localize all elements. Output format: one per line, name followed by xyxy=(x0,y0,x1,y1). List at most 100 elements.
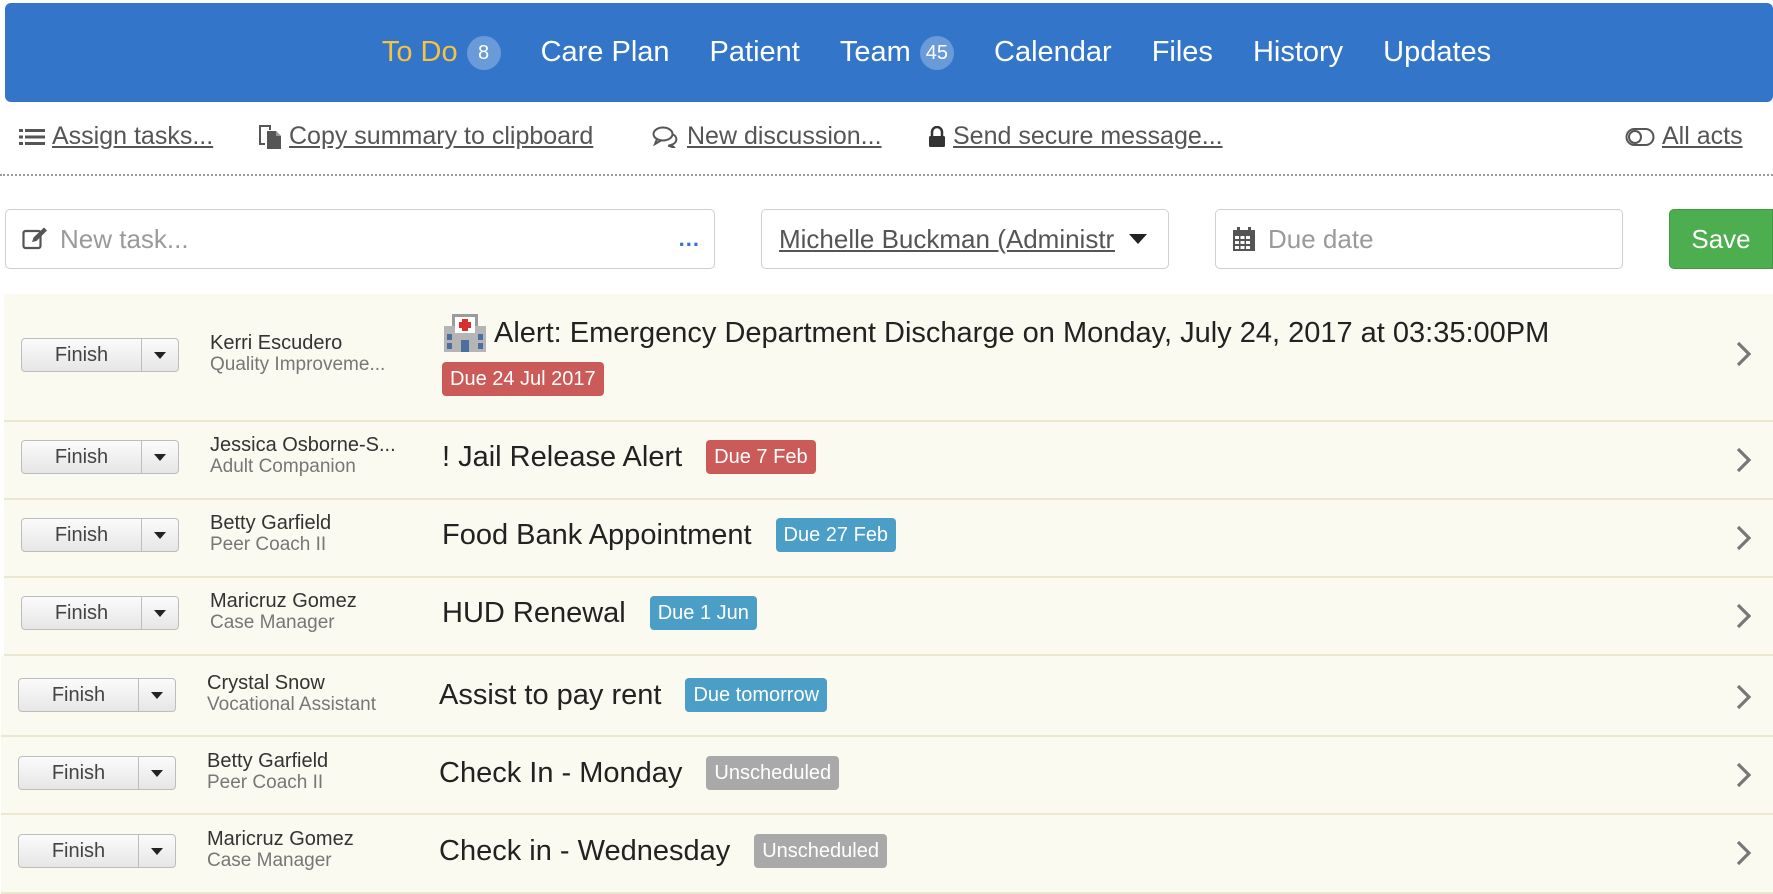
assignee-info: Jessica Osborne-S... Adult Companion xyxy=(210,434,410,478)
finish-dropdown-button[interactable] xyxy=(142,339,178,371)
assignee-name: Maricruz Gomez xyxy=(210,590,357,612)
due-badge-wrap: Due 24 Jul 2017 xyxy=(442,362,604,396)
finish-button-group: Finish xyxy=(21,518,179,552)
task-row[interactable]: Finish Jessica Osborne-S... Adult Compan… xyxy=(4,422,1773,500)
caret-down-icon xyxy=(151,769,163,777)
finish-button-group: Finish xyxy=(18,834,176,868)
assignee-name: Betty Garfield xyxy=(210,512,332,534)
chevron-right-icon[interactable] xyxy=(1735,683,1753,711)
chevron-right-icon[interactable] xyxy=(1735,524,1753,552)
new-task-field: ... xyxy=(5,209,715,269)
finish-dropdown-button[interactable] xyxy=(142,519,178,551)
chevron-right-icon[interactable] xyxy=(1735,602,1753,630)
assignee-role: Case Manager xyxy=(210,612,335,633)
copy-icon xyxy=(258,124,282,150)
task-title-line: Alert: Emergency Department Discharge on… xyxy=(442,312,1549,354)
task-title-line: Check In - Monday Unscheduled xyxy=(439,756,840,790)
tab-history[interactable]: History xyxy=(1253,36,1343,69)
finish-button[interactable]: Finish xyxy=(19,679,139,711)
new-discussion-label: New discussion... xyxy=(687,122,882,150)
task-title: Check In - Monday xyxy=(439,756,683,789)
save-button[interactable]: Save xyxy=(1669,209,1773,269)
tab-label: Updates xyxy=(1383,36,1492,68)
finish-dropdown-button[interactable] xyxy=(139,757,175,789)
hospital-icon xyxy=(442,312,488,354)
task-row[interactable]: Finish Maricruz Gomez Case Manager Check… xyxy=(1,815,1773,894)
tab-files[interactable]: Files xyxy=(1152,36,1213,69)
edit-icon xyxy=(22,227,48,251)
assign-tasks-link[interactable]: Assign tasks... xyxy=(19,122,213,151)
all-acts-toggle[interactable]: All acts xyxy=(1625,122,1743,151)
chevron-right-icon[interactable] xyxy=(1735,839,1753,867)
chevron-right-icon[interactable] xyxy=(1735,446,1753,474)
assignee-role: Vocational Assistant xyxy=(207,694,376,715)
send-secure-message-link[interactable]: Send secure message... xyxy=(928,122,1223,151)
finish-button[interactable]: Finish xyxy=(22,441,142,473)
send-secure-message-label: Send secure message... xyxy=(953,122,1223,150)
finish-dropdown-button[interactable] xyxy=(139,679,175,711)
task-row[interactable]: Finish Kerri Escudero Quality Improveme.… xyxy=(4,294,1773,422)
finish-button-group: Finish xyxy=(21,338,179,372)
caret-down-icon xyxy=(154,609,166,617)
task-row[interactable]: Finish Maricruz Gomez Case Manager HUD R… xyxy=(4,578,1773,656)
finish-button[interactable]: Finish xyxy=(22,519,142,551)
new-discussion-link[interactable]: New discussion... xyxy=(652,122,882,151)
task-title-line: Food Bank Appointment Due 27 Feb xyxy=(442,518,897,552)
task-title: Check in - Wednesday xyxy=(439,834,731,867)
status-badge: Unscheduled xyxy=(706,756,840,790)
all-acts-label: All acts xyxy=(1662,122,1743,150)
calendar-icon xyxy=(1232,226,1256,252)
toggle-off-icon xyxy=(1625,127,1655,147)
status-badge: Unscheduled xyxy=(754,834,887,868)
assignee-info: Betty Garfield Peer Coach II xyxy=(207,750,407,794)
chevron-down-icon xyxy=(1129,234,1147,244)
new-task-input[interactable] xyxy=(58,222,679,256)
finish-button-group: Finish xyxy=(18,678,176,712)
finish-button[interactable]: Finish xyxy=(19,757,139,789)
tab-label: To Do xyxy=(381,36,458,68)
chevron-right-icon[interactable] xyxy=(1735,761,1753,789)
tab-count-badge: 8 xyxy=(466,35,501,70)
assignee-name: Betty Garfield xyxy=(207,750,329,772)
more-options-button[interactable]: ... xyxy=(679,226,700,252)
copy-summary-link[interactable]: Copy summary to clipboard xyxy=(258,122,593,151)
due-badge: Due 7 Feb xyxy=(706,440,816,474)
finish-button[interactable]: Finish xyxy=(19,835,139,867)
task-row[interactable]: Finish Betty Garfield Peer Coach II Food… xyxy=(4,500,1773,578)
chevron-right-icon[interactable] xyxy=(1735,340,1753,368)
finish-button[interactable]: Finish xyxy=(22,339,142,371)
task-row[interactable]: Finish Crystal Snow Vocational Assistant… xyxy=(1,656,1773,737)
tab-calendar[interactable]: Calendar xyxy=(994,36,1112,69)
action-bar: Assign tasks... Copy summary to clipboar… xyxy=(0,104,1773,176)
assignee-name: Crystal Snow xyxy=(207,672,325,694)
finish-dropdown-button[interactable] xyxy=(142,597,178,629)
task-title: HUD Renewal xyxy=(442,596,626,629)
tab-team[interactable]: Team 45 xyxy=(840,35,955,70)
finish-dropdown-button[interactable] xyxy=(139,835,175,867)
finish-button[interactable]: Finish xyxy=(22,597,142,629)
assignee-name: Maricruz Gomez xyxy=(207,828,354,850)
top-nav: To Do 8 Care Plan Patient Team 45 Calend… xyxy=(5,3,1773,102)
finish-dropdown-button[interactable] xyxy=(142,441,178,473)
tab-patient[interactable]: Patient xyxy=(710,36,800,69)
due-date-input[interactable] xyxy=(1266,222,1622,256)
assignee-role: Adult Companion xyxy=(210,456,356,477)
assignee-info: Kerri Escudero Quality Improveme... xyxy=(210,332,410,376)
lock-icon xyxy=(928,125,946,148)
assignee-name: Jessica Osborne-S... xyxy=(210,434,396,456)
assignee-role: Peer Coach II xyxy=(207,772,324,793)
due-badge: Due 1 Jun xyxy=(649,596,757,630)
due-badge: Due tomorrow xyxy=(685,678,828,712)
assignee-info: Maricruz Gomez Case Manager xyxy=(207,828,407,872)
tab-to-do[interactable]: To Do 8 xyxy=(381,35,501,70)
assignee-role: Peer Coach II xyxy=(210,534,327,555)
tab-updates[interactable]: Updates xyxy=(1383,36,1491,69)
assignee-role: Case Manager xyxy=(207,850,332,871)
task-title: Assist to pay rent xyxy=(439,678,662,711)
task-row[interactable]: Finish Betty Garfield Peer Coach II Chec… xyxy=(1,737,1773,815)
tab-care-plan[interactable]: Care Plan xyxy=(541,36,670,69)
task-title: ! Jail Release Alert xyxy=(442,440,683,473)
assignee-name: Kerri Escudero xyxy=(210,332,343,354)
assignee-select[interactable]: Michelle Buckman (Administrator) xyxy=(761,209,1169,269)
tab-label: Care Plan xyxy=(540,36,670,68)
